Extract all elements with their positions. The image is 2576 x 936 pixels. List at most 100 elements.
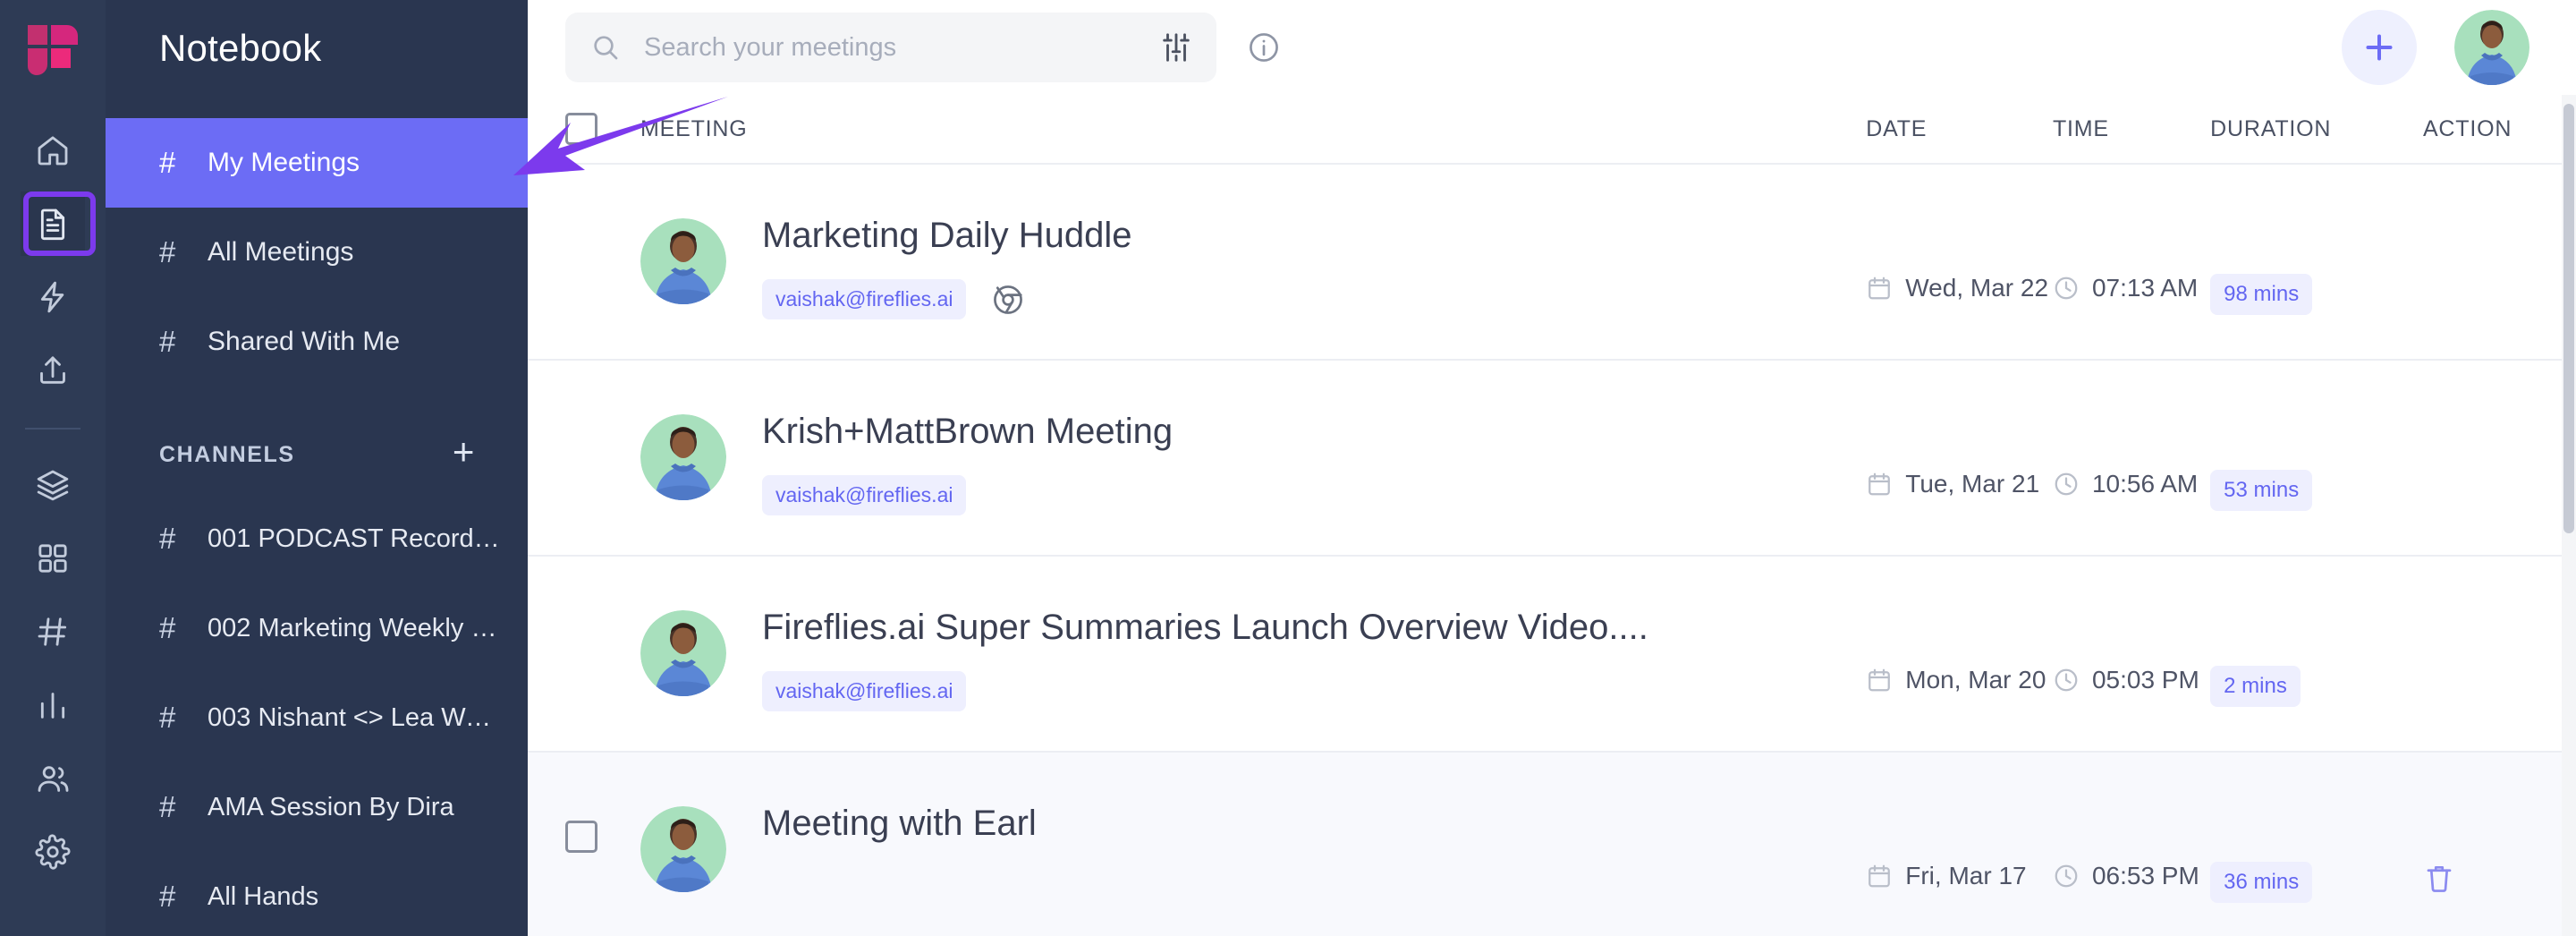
duration-cell: 98 mins xyxy=(2210,165,2423,315)
meeting-title[interactable]: Meeting with Earl xyxy=(762,803,1037,844)
select-all-checkbox[interactable] xyxy=(565,113,597,145)
sidebar-item-channels[interactable] xyxy=(21,600,85,664)
column-header-time[interactable]: TIME xyxy=(2053,116,2210,142)
channel-item[interactable]: # All Hands xyxy=(106,852,528,936)
calendar-icon xyxy=(1866,471,1893,498)
table-row[interactable]: Fireflies.ai Super Summaries Launch Over… xyxy=(528,557,2576,753)
table-row[interactable]: Meeting with Earl Fri, Mar 17 xyxy=(528,753,2576,936)
hash-channels-icon xyxy=(35,614,71,650)
date-cell: Tue, Mar 21 xyxy=(1866,361,2053,498)
time-cell: 06:53 PM xyxy=(2053,753,2210,890)
action-cell xyxy=(2423,557,2576,666)
fireflies-logo-icon[interactable] xyxy=(24,21,81,79)
calendar-icon xyxy=(1866,275,1893,302)
home-icon xyxy=(35,132,71,168)
column-header-meeting[interactable]: MEETING xyxy=(597,116,1866,142)
delete-icon[interactable] xyxy=(2423,862,2455,894)
grid-apps-icon xyxy=(35,540,71,576)
row-checkbox[interactable] xyxy=(565,821,597,853)
avatar xyxy=(640,806,726,892)
meeting-info: Krish+MattBrown Meeting vaishak@fireflie… xyxy=(726,405,1173,515)
duration-cell: 2 mins xyxy=(2210,557,2423,707)
hash-icon: # xyxy=(159,325,208,359)
meeting-cell: Meeting with Earl xyxy=(597,753,1866,892)
plus-icon xyxy=(2361,30,2397,65)
icon-rail xyxy=(0,0,106,936)
sidebar-item-team[interactable] xyxy=(21,746,85,811)
time-value: 05:03 PM xyxy=(2092,666,2199,694)
info-circle-icon[interactable] xyxy=(1247,30,1281,64)
rail-divider xyxy=(25,428,80,430)
meeting-cell: Krish+MattBrown Meeting vaishak@fireflie… xyxy=(597,361,1866,515)
column-header-duration[interactable]: DURATION xyxy=(2210,116,2423,142)
channel-item[interactable]: # 003 Nishant <> Lea Week... xyxy=(106,673,528,762)
hash-icon: # xyxy=(159,235,208,269)
owner-email-chip[interactable]: vaishak@fireflies.ai xyxy=(762,475,966,515)
time-value: 07:13 AM xyxy=(2092,274,2198,302)
action-cell xyxy=(2423,361,2576,470)
meeting-info: Marketing Daily Huddle vaishak@fireflies… xyxy=(726,209,1132,319)
avatar[interactable] xyxy=(2454,10,2529,85)
time-cell: 05:03 PM xyxy=(2053,557,2210,694)
duration-badge: 98 mins xyxy=(2210,274,2312,315)
duration-badge: 36 mins xyxy=(2210,862,2312,903)
scrollbar-thumb[interactable] xyxy=(2563,104,2574,533)
meeting-cell: Fireflies.ai Super Summaries Launch Over… xyxy=(597,557,1866,711)
avatar xyxy=(640,414,726,500)
sidebar-item-upload[interactable] xyxy=(21,338,85,403)
sidebar-item-automation[interactable] xyxy=(21,265,85,329)
date-cell: Mon, Mar 20 xyxy=(1866,557,2053,694)
document-icon xyxy=(35,206,71,242)
date-cell: Fri, Mar 17 xyxy=(1866,753,2053,890)
calendar-icon xyxy=(1866,667,1893,693)
top-bar-actions xyxy=(2342,10,2529,85)
sidebar-item-library[interactable] xyxy=(21,453,85,517)
channel-item[interactable]: # 002 Marketing Weekly Sy... xyxy=(106,583,528,673)
avatar xyxy=(640,610,726,696)
date-value: Mon, Mar 20 xyxy=(1905,666,2046,694)
search-icon xyxy=(590,32,621,63)
app-root: Notebook # My Meetings # All Meetings # … xyxy=(0,0,2576,936)
clock-icon xyxy=(2053,275,2080,302)
meeting-title[interactable]: Marketing Daily Huddle xyxy=(762,215,1132,256)
time-value: 06:53 PM xyxy=(2092,862,2199,890)
hash-icon: # xyxy=(159,790,208,824)
meeting-info: Fireflies.ai Super Summaries Launch Over… xyxy=(726,601,1648,711)
meeting-meta: vaishak@fireflies.ai xyxy=(762,279,1132,319)
sidebar-item-analytics[interactable] xyxy=(21,673,85,737)
clock-icon xyxy=(2053,471,2080,498)
meeting-meta: vaishak@fireflies.ai xyxy=(762,671,1648,711)
add-button[interactable] xyxy=(2342,10,2417,85)
table-row[interactable]: Krish+MattBrown Meeting vaishak@fireflie… xyxy=(528,361,2576,557)
avatar xyxy=(640,218,726,304)
sidebar-item-my-meetings[interactable]: # My Meetings xyxy=(106,118,528,208)
channel-label: 003 Nishant <> Lea Week... xyxy=(208,703,501,733)
sidebar-item-notebook[interactable] xyxy=(21,191,85,256)
sidebar-item-settings[interactable] xyxy=(21,820,85,884)
sidebar-item-all-meetings[interactable]: # All Meetings xyxy=(106,208,528,297)
search-input[interactable] xyxy=(621,33,1159,63)
table-header-row: MEETING DATE TIME DURATION ACTION xyxy=(528,95,2576,165)
owner-email-chip[interactable]: vaishak@fireflies.ai xyxy=(762,279,966,319)
analytics-bars-icon xyxy=(35,687,71,723)
action-cell xyxy=(2423,165,2576,274)
meeting-title[interactable]: Krish+MattBrown Meeting xyxy=(762,411,1173,452)
owner-email-chip[interactable]: vaishak@fireflies.ai xyxy=(762,671,966,711)
sidebar-item-home[interactable] xyxy=(21,118,85,183)
sidebar-item-apps[interactable] xyxy=(21,526,85,591)
channel-item[interactable]: # AMA Session By Dira xyxy=(106,762,528,852)
date-value: Wed, Mar 22 xyxy=(1905,274,2048,302)
lightning-icon xyxy=(35,279,71,315)
add-channel-icon[interactable]: + xyxy=(453,433,476,476)
table-row[interactable]: Marketing Daily Huddle vaishak@fireflies… xyxy=(528,165,2576,361)
hash-icon: # xyxy=(159,146,208,180)
upload-icon xyxy=(35,353,71,388)
meeting-title[interactable]: Fireflies.ai Super Summaries Launch Over… xyxy=(762,607,1648,648)
search-bar[interactable] xyxy=(565,13,1216,82)
filter-sliders-icon[interactable] xyxy=(1159,30,1193,64)
column-header-date[interactable]: DATE xyxy=(1866,116,2053,142)
time-value: 10:56 AM xyxy=(2092,470,2198,498)
channel-item[interactable]: # 001 PODCAST Recordings xyxy=(106,494,528,583)
sidebar-item-shared-with-me[interactable]: # Shared With Me xyxy=(106,297,528,387)
sidebar: Notebook # My Meetings # All Meetings # … xyxy=(106,0,528,936)
